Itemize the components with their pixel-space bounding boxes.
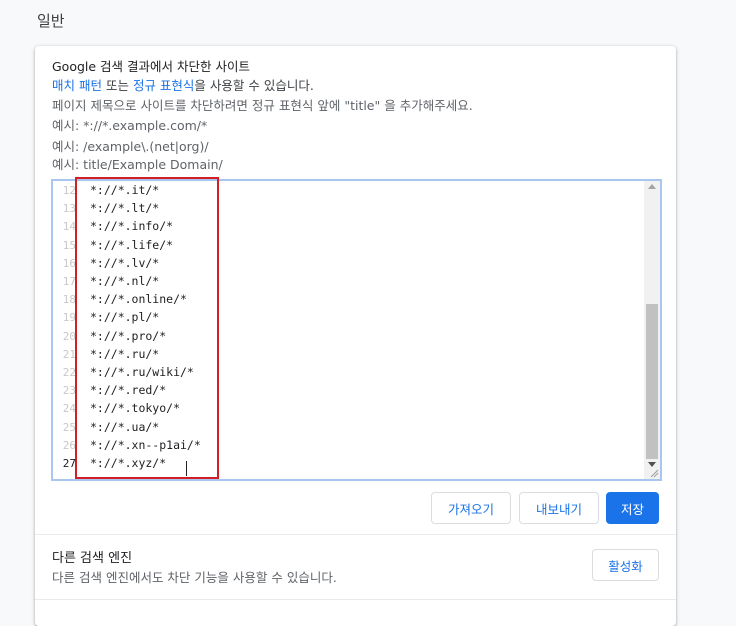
divider: [35, 599, 676, 600]
editor-line: *://*.pro/*: [90, 328, 167, 343]
example-3: 예시: title/Example Domain/: [52, 157, 223, 172]
line-number-gutter: 12 13 14 15 16 17 18 19 20 21 22 23 24 25 26 27: [53, 181, 76, 479]
line-number: 25: [62, 420, 76, 434]
text-caret: [186, 461, 187, 476]
line-number: 12: [62, 184, 76, 197]
scroll-up-arrow-icon[interactable]: [648, 184, 656, 189]
editor-line: *://*.ru/*: [90, 346, 160, 361]
help-text-or: 또는: [101, 78, 133, 93]
regex-link[interactable]: 정규 표현식: [133, 78, 194, 93]
resize-handle-icon[interactable]: [650, 469, 659, 478]
editor-line: *://*.info/*: [90, 219, 174, 234]
help-text-usable: 을 사용할 수 있습니다.: [194, 78, 314, 93]
editor-line: *://*.xn--p1ai/*: [90, 437, 201, 452]
editor-line: *://*.it/*: [90, 183, 160, 197]
line-number: 13: [62, 202, 76, 216]
blocklist-title: Google 검색 결과에서 차단한 사이트: [52, 59, 250, 74]
line-number: 17: [62, 275, 76, 288]
editor-line: *://*.pl/*: [90, 310, 160, 325]
line-number: 24: [62, 402, 76, 416]
example-1: 예시: *://*.example.com/*: [52, 118, 208, 133]
line-number: 20: [62, 329, 76, 343]
line-number: 27: [62, 457, 76, 470]
line-number: 15: [62, 238, 76, 252]
line-number: 26: [62, 438, 76, 452]
other-engines-title: 다른 검색 엔진: [52, 551, 133, 566]
scroll-down-arrow-icon[interactable]: [648, 462, 656, 467]
editor-line: *://*.ua/*: [90, 419, 160, 434]
match-pattern-link[interactable]: 매치 패턴: [52, 78, 102, 93]
editor-line: *://*.online/*: [90, 292, 187, 307]
editor-line: *://*.lv/*: [90, 255, 160, 270]
save-button[interactable]: 저장: [606, 492, 659, 524]
import-button[interactable]: 가져오기: [431, 492, 511, 524]
editor-line: *://*.red/*: [90, 383, 167, 398]
divider: [35, 534, 676, 535]
line-number: 14: [62, 220, 76, 234]
editor-line: *://*.xyz/*: [90, 456, 167, 470]
editor-line: *://*.nl/*: [90, 274, 160, 288]
line-number: 21: [62, 347, 76, 361]
scrollbar-thumb[interactable]: [646, 304, 658, 459]
activate-button[interactable]: 활성화: [592, 549, 659, 581]
editor-line: *://*.tokyo/*: [90, 401, 181, 416]
editor-scrollbar[interactable]: [644, 181, 660, 479]
line-number: 23: [62, 384, 76, 398]
blocklist-editor[interactable]: 12 13 14 15 16 17 18 19 20 21 22 23 24 25 26 27 *://*.i…: [51, 179, 662, 481]
line-number: 22: [62, 366, 76, 379]
title-help-text: 페이지 제목으로 사이트를 차단하려면 정규 표현식 앞에 "title" 을 …: [52, 98, 473, 113]
example-2: 예시: /example\.(net|org)/: [52, 139, 209, 154]
blocklist-help-line: 매치 패턴 또는 정규 표현식을 사용할 수 있습니다.: [52, 78, 314, 94]
line-number: 18: [62, 293, 76, 307]
other-engines-subtitle: 다른 검색 엔진에서도 차단 기능을 사용할 수 있습니다.: [52, 570, 337, 585]
editor-line: *://*.lt/*: [90, 201, 160, 216]
line-number: 16: [62, 256, 76, 270]
blocklist-card: Google 검색 결과에서 차단한 사이트 매치 패턴 또는 정규 표현식을 …: [35, 46, 676, 626]
section-title: 일반: [37, 12, 65, 30]
export-button[interactable]: 내보내기: [519, 492, 599, 524]
editor-line: *://*.ru/wiki/*: [90, 365, 194, 379]
line-number: 19: [62, 311, 76, 325]
editor-line: *://*.life/*: [90, 237, 174, 252]
